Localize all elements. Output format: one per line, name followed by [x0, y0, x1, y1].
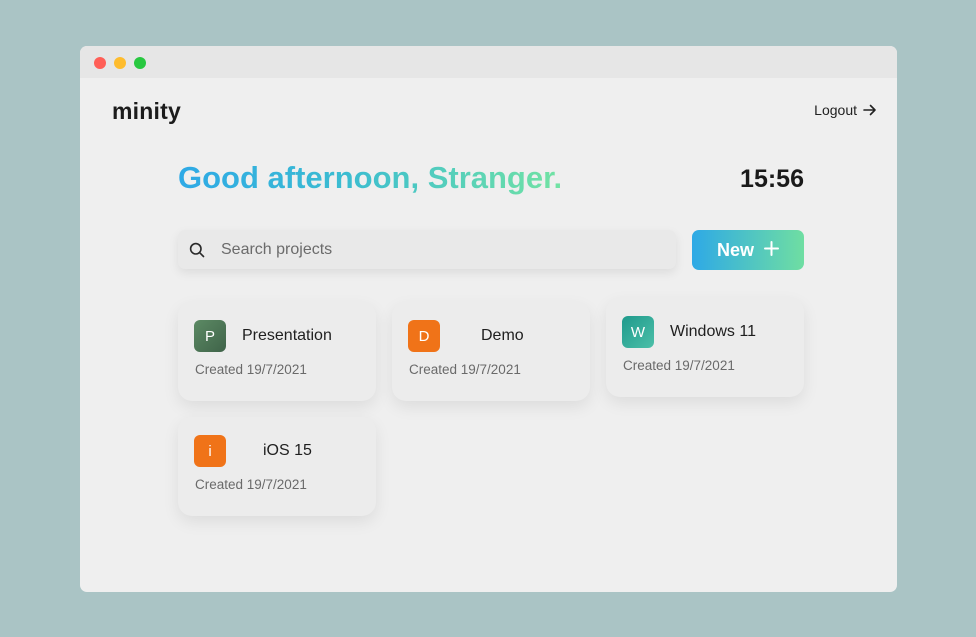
new-project-button[interactable]: New — [692, 230, 804, 270]
project-name: Presentation — [242, 327, 332, 344]
clock: 15:56 — [740, 165, 804, 193]
project-card-windows-11[interactable]: W Windows 11 Created 19/7/2021 — [606, 298, 804, 397]
search-icon — [189, 242, 205, 258]
title-bar — [80, 46, 897, 78]
search-bar[interactable] — [178, 230, 676, 269]
close-window-button[interactable] — [94, 57, 106, 69]
project-badge: i — [194, 435, 226, 467]
minimize-window-button[interactable] — [114, 57, 126, 69]
project-name: Demo — [481, 327, 524, 344]
project-name: Windows 11 — [670, 323, 756, 340]
app-window: minity Logout Good afternoon, Stranger. … — [80, 46, 897, 592]
greeting-heading: Good afternoon, Stranger. — [178, 160, 563, 195]
plus-icon — [764, 240, 779, 261]
project-badge: D — [408, 320, 440, 352]
project-created-date: Created 19/7/2021 — [409, 362, 521, 377]
app-logo: minity — [112, 98, 181, 124]
project-created-date: Created 19/7/2021 — [195, 477, 307, 492]
project-card-ios-15[interactable]: i iOS 15 Created 19/7/2021 — [178, 417, 376, 516]
arrow-right-icon — [863, 103, 877, 117]
new-button-label: New — [716, 239, 754, 260]
project-created-date: Created 19/7/2021 — [623, 358, 735, 373]
maximize-window-button[interactable] — [134, 57, 146, 69]
project-badge: P — [194, 320, 226, 352]
project-badge: W — [622, 316, 654, 348]
search-input[interactable] — [219, 239, 663, 260]
project-card-presentation[interactable]: P Presentation Created 19/7/2021 — [178, 302, 376, 401]
project-card-demo[interactable]: D Demo Created 19/7/2021 — [392, 302, 590, 401]
project-created-date: Created 19/7/2021 — [195, 362, 307, 377]
project-name: iOS 15 — [263, 442, 312, 459]
logout-label: Logout — [814, 102, 857, 118]
logout-button[interactable]: Logout — [814, 102, 877, 118]
